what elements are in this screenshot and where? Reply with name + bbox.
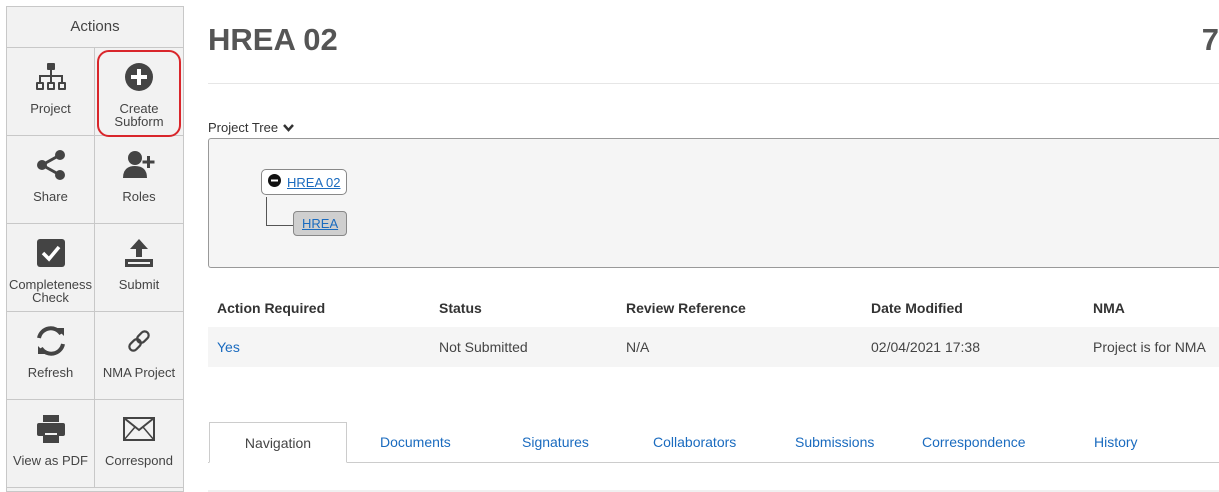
- submit-button[interactable]: Submit: [95, 224, 183, 312]
- tab-correspondence[interactable]: Correspondence: [922, 422, 1026, 462]
- share-icon: [34, 148, 68, 182]
- tab-bar: Navigation Documents Signatures Collabor…: [208, 422, 1219, 463]
- correspond-button[interactable]: Correspond: [95, 400, 183, 488]
- tab-signatures[interactable]: Signatures: [522, 422, 589, 462]
- status-value: Not Submitted: [439, 339, 528, 355]
- date-modified-value: 02/04/2021 17:38: [871, 339, 980, 355]
- info-table-row: Yes Not Submitted N/A 02/04/2021 17:38 P…: [208, 327, 1219, 367]
- collapse-icon[interactable]: [268, 174, 281, 190]
- completeness-check-label: Completeness Check: [8, 277, 93, 305]
- tree-node-root: HREA 02: [261, 169, 348, 195]
- tab-history[interactable]: History: [1094, 422, 1138, 462]
- page-title-number: 7: [1201, 22, 1219, 57]
- tab-documents[interactable]: Documents: [380, 422, 451, 462]
- tab-collaborators[interactable]: Collaborators: [653, 422, 736, 462]
- view-as-pdf-button[interactable]: View as PDF: [7, 400, 95, 488]
- refresh-label: Refresh: [27, 365, 74, 380]
- chevron-down-icon: [283, 120, 295, 135]
- actions-header: Actions: [7, 7, 183, 48]
- tree-node-child-link[interactable]: HREA: [302, 216, 338, 231]
- create-subform-label: Create Subform: [114, 101, 164, 129]
- main-content: HREA 02 7 Project Tree HREA 02 HREA Acti…: [208, 0, 1219, 492]
- plus-circle-icon: [122, 60, 156, 94]
- project-tree-label: Project Tree: [208, 120, 279, 135]
- column-header: NMA: [1093, 300, 1125, 316]
- nma-project-label: NMA Project: [102, 365, 176, 380]
- link-icon: [122, 324, 156, 358]
- project-tree-panel: HREA 02 HREA: [208, 138, 1219, 268]
- sitemap-icon: [34, 60, 68, 94]
- page-title: HREA 02: [208, 22, 338, 57]
- tab-navigation[interactable]: Navigation: [209, 422, 347, 463]
- correspond-label: Correspond: [105, 453, 173, 468]
- user-plus-icon: [122, 148, 156, 182]
- info-table-header: Action Required Status Review Reference …: [208, 297, 1219, 328]
- title-divider: [208, 83, 1219, 84]
- tree-node-root-link[interactable]: HREA 02: [287, 175, 340, 190]
- tree-node-child: HREA: [293, 211, 348, 236]
- check-square-icon: [34, 236, 68, 270]
- share-button[interactable]: Share: [7, 136, 95, 224]
- upload-icon: [122, 236, 156, 270]
- action-required-link[interactable]: Yes: [208, 327, 430, 367]
- project-tree-toggle[interactable]: Project Tree: [208, 120, 295, 135]
- tab-submissions[interactable]: Submissions: [795, 422, 874, 462]
- nma-project-button[interactable]: NMA Project: [95, 312, 183, 400]
- actions-sidebar: Actions Project Create Subform Share Rol…: [6, 6, 184, 492]
- submit-label: Submit: [118, 277, 160, 292]
- column-header: Action Required: [217, 300, 326, 316]
- review-reference-value: N/A: [626, 339, 650, 355]
- view-as-pdf-label: View as PDF: [13, 453, 88, 468]
- completeness-check-button[interactable]: Completeness Check: [7, 224, 95, 312]
- envelope-icon: [122, 412, 156, 446]
- refresh-icon: [34, 324, 68, 358]
- column-header: Status: [439, 300, 482, 316]
- create-subform-button[interactable]: Create Subform: [95, 48, 183, 137]
- roles-button[interactable]: Roles: [95, 136, 183, 224]
- project-button[interactable]: Project: [7, 48, 95, 136]
- project-label: Project: [30, 101, 71, 116]
- share-label: Share: [33, 189, 68, 204]
- column-header: Review Reference: [626, 300, 746, 316]
- roles-label: Roles: [122, 189, 156, 204]
- nma-value: Project is for NMA: [1093, 339, 1206, 355]
- print-icon: [34, 412, 68, 446]
- refresh-button[interactable]: Refresh: [7, 312, 95, 400]
- tree-connector: [266, 197, 293, 226]
- column-header: Date Modified: [871, 300, 963, 316]
